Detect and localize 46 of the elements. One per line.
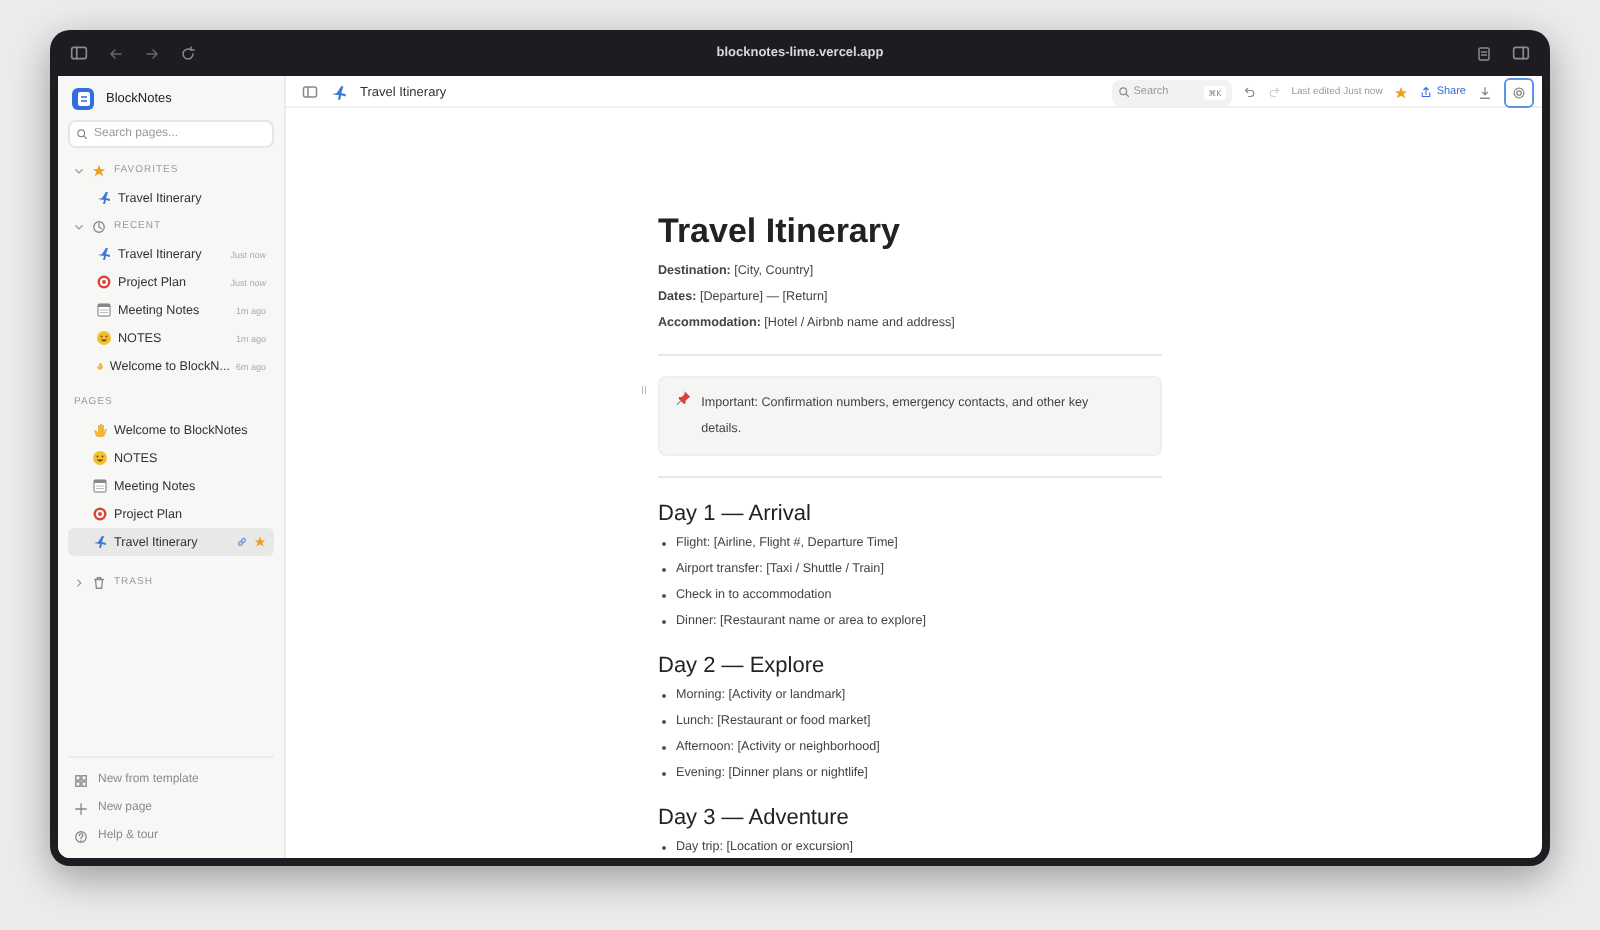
airplane-icon xyxy=(330,83,348,101)
star-icon xyxy=(92,163,106,177)
star-icon xyxy=(254,536,266,548)
waving-hand-icon xyxy=(92,422,108,438)
section-heading: Day 3 — Adventure xyxy=(658,806,851,830)
back-icon xyxy=(108,45,124,61)
section-heading: Day 2 — Explore xyxy=(658,654,827,678)
chevron-icon xyxy=(74,577,84,587)
chevron-icon xyxy=(74,221,84,231)
calendar-icon xyxy=(96,302,112,318)
settings-button[interactable] xyxy=(1504,77,1534,107)
download-icon xyxy=(1478,85,1492,99)
drag-handle-icon xyxy=(638,384,650,396)
sidebar-toggle-icon xyxy=(70,44,88,62)
target-icon xyxy=(92,506,108,522)
search-icon xyxy=(76,128,88,140)
help-icon xyxy=(74,829,88,843)
share-icon xyxy=(1420,86,1433,98)
chevron-icon xyxy=(74,165,84,175)
section-heading: Day 1 — Arrival xyxy=(658,502,813,526)
smiley-icon xyxy=(96,330,112,346)
clock-icon xyxy=(92,219,106,233)
redo-icon xyxy=(1267,86,1280,98)
sidebar-toggle-icon xyxy=(302,84,318,100)
trash-icon xyxy=(92,575,106,589)
calendar-icon xyxy=(92,478,108,494)
sidebar-toggle-icon xyxy=(1512,44,1530,62)
plus-icon xyxy=(74,801,88,815)
airplane-icon xyxy=(96,246,112,262)
favorite-button[interactable] xyxy=(1394,85,1409,99)
search-icon xyxy=(1117,86,1130,98)
pushpin-icon xyxy=(676,390,692,406)
smiley-icon xyxy=(92,450,108,466)
airplane-icon xyxy=(92,534,108,550)
target-icon xyxy=(96,274,112,290)
airplane-icon xyxy=(96,190,112,206)
document-title: Travel Itinerary xyxy=(658,212,902,252)
waving-hand-icon xyxy=(96,358,104,374)
reload-icon xyxy=(180,45,196,61)
link-icon xyxy=(236,536,248,548)
forward-icon xyxy=(144,45,160,61)
app-logo-icon xyxy=(72,87,94,109)
gear-icon xyxy=(1512,85,1526,99)
grid-icon xyxy=(74,773,88,787)
document-icon xyxy=(1476,45,1492,61)
undo-icon xyxy=(1243,86,1256,98)
